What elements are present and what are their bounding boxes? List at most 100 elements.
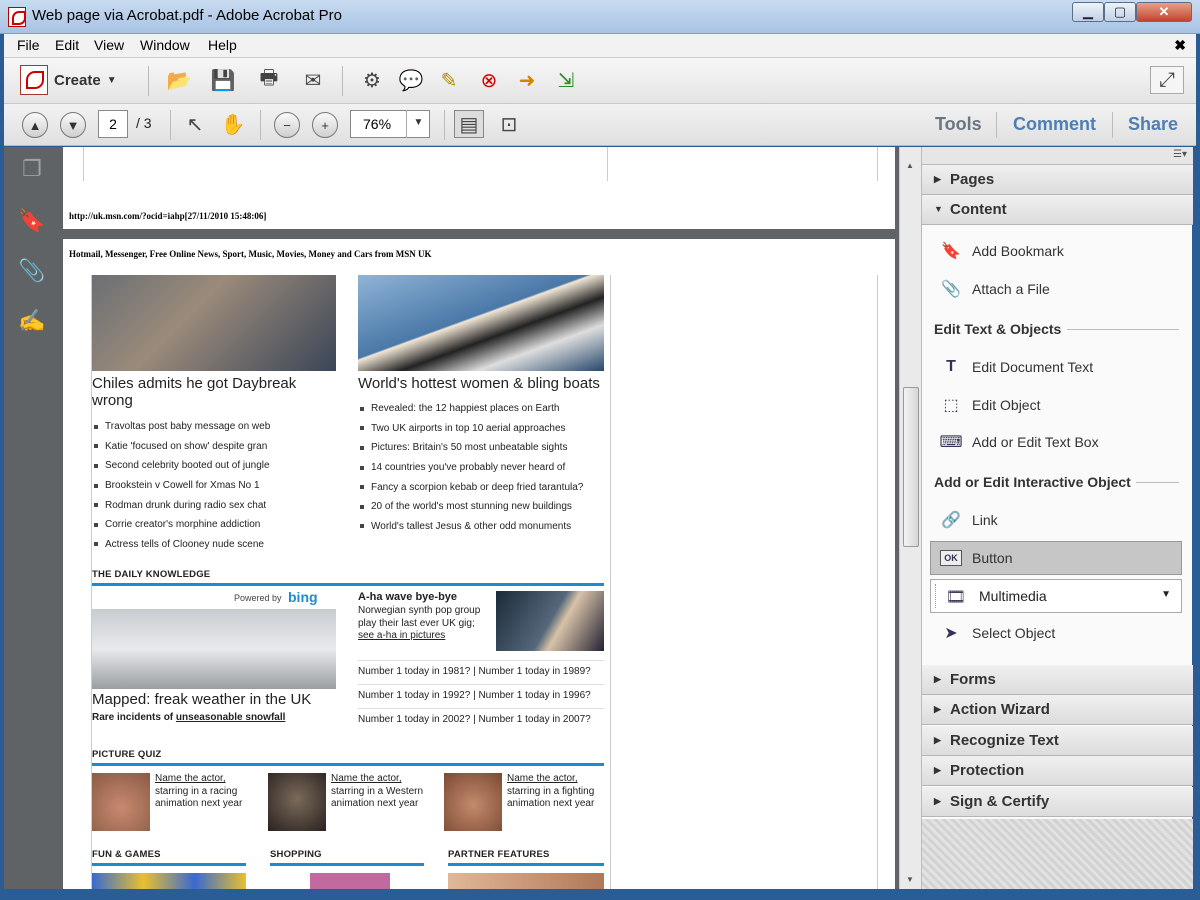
button-item[interactable]: OK Button <box>940 541 1180 575</box>
list-item[interactable]: Revealed: the 12 happiest places on Eart… <box>358 399 604 419</box>
page-thumbnails-icon[interactable]: ❐ <box>19 155 45 183</box>
panel-options-icon[interactable]: ☰▾ <box>1173 149 1187 160</box>
list-item[interactable]: Rodman drunk during radio sex chat <box>92 495 332 515</box>
tab-tools[interactable]: Tools <box>935 114 982 135</box>
page-number-input[interactable]: 2 <box>98 110 128 138</box>
scroll-up-icon[interactable]: ▲ <box>906 161 914 170</box>
powered-by-label: Powered by <box>234 593 282 603</box>
section-action-wizard[interactable]: ▶ Action Wizard <box>922 695 1193 725</box>
scroll-down-icon[interactable]: ▼ <box>906 875 914 884</box>
list-item[interactable]: Two UK airports in top 10 aerial approac… <box>358 419 604 439</box>
fit-page-icon[interactable]: ⊡ <box>494 110 524 138</box>
open-folder-icon[interactable]: 📂 <box>164 66 194 94</box>
section-content[interactable]: ▼ Content <box>922 195 1193 225</box>
create-button[interactable]: Create ▼ <box>20 64 117 96</box>
separator <box>1112 112 1113 138</box>
aha-title[interactable]: A-ha wave bye-bye <box>358 591 457 603</box>
section-sign-certify[interactable]: ▶ Sign & Certify <box>922 787 1193 817</box>
multimedia-dropdown[interactable]: 🎞 Multimedia ▼ <box>930 579 1182 613</box>
scrollbar-thumb[interactable] <box>903 387 919 547</box>
list-item[interactable]: 14 countries you've probably never heard… <box>358 458 604 478</box>
attachment-icon[interactable]: 📎 <box>18 257 45 285</box>
quiz-link[interactable]: Name the actor, <box>331 773 402 784</box>
menu-window[interactable]: Window <box>140 37 190 53</box>
edit-object-item[interactable]: ⬚ Edit Object <box>940 388 1180 422</box>
menu-edit[interactable]: Edit <box>55 37 79 53</box>
list-item[interactable]: Second celebrity booted out of jungle <box>92 456 332 476</box>
edit-document-text-item[interactable]: T Edit Document Text <box>940 350 1180 384</box>
document-scrollbar[interactable]: ▲ ▼ <box>899 147 921 889</box>
quiz-link[interactable]: Name the actor, <box>507 773 578 784</box>
attach-file-item[interactable]: 📎 Attach a File <box>940 272 1180 306</box>
signature-icon[interactable]: ✍ <box>18 307 45 335</box>
list-item[interactable]: Pictures: Britain's 50 most unbeatable s… <box>358 438 604 458</box>
scrolling-mode-icon[interactable]: ▤ <box>454 110 484 138</box>
snowfall-link[interactable]: unseasonable snowfall <box>176 712 285 723</box>
maximize-button[interactable]: ▢ <box>1104 2 1136 22</box>
bookmark-icon[interactable]: 🔖 <box>18 207 45 235</box>
number1-row[interactable]: Number 1 today in 1981? | Number 1 today… <box>358 666 591 679</box>
mapped-headline[interactable]: Mapped: freak weather in the UK <box>92 691 311 708</box>
edit-object-label: Edit Object <box>972 397 1041 413</box>
quiz-text: starring in a racing animation next year <box>155 785 243 810</box>
close-window-button[interactable]: ✕ <box>1136 2 1192 22</box>
full-screen-icon[interactable]: ⤢ <box>1150 66 1184 94</box>
email-icon[interactable]: ✉ <box>298 66 328 94</box>
number1-row[interactable]: Number 1 today in 1992? | Number 1 today… <box>358 690 591 703</box>
list-item[interactable]: Corrie creator's morphine addiction <box>92 515 332 535</box>
quiz-link[interactable]: Name the actor, <box>155 773 226 784</box>
gear-icon[interactable]: ⚙ <box>357 66 387 94</box>
section-recognize-text[interactable]: ▶ Recognize Text <box>922 726 1193 756</box>
panel-empty-area <box>922 819 1193 889</box>
title-bar[interactable]: Web page via Acrobat.pdf - Adobe Acrobat… <box>0 0 1200 34</box>
tab-comment[interactable]: Comment <box>1013 114 1096 135</box>
print-icon[interactable]: 🖶 <box>254 66 284 94</box>
section-pages[interactable]: ▶ Pages <box>922 165 1193 195</box>
section-sign-certify-label: Sign & Certify <box>950 793 1050 810</box>
list-item[interactable]: Actress tells of Clooney nude scene <box>92 535 332 555</box>
list-item[interactable]: Brookstein v Cowell for Xmas No 1 <box>92 476 332 496</box>
insert-pages-icon[interactable]: ⇲ <box>551 66 581 94</box>
save-icon[interactable]: 💾 <box>208 66 238 94</box>
comment-icon[interactable]: 💬 <box>396 66 426 94</box>
select-cursor-icon[interactable]: ↖ <box>180 110 210 138</box>
add-bookmark-item[interactable]: 🔖 Add Bookmark <box>940 234 1180 268</box>
select-object-item[interactable]: ➤ Select Object <box>940 616 1180 650</box>
link-item[interactable]: 🔗 Link <box>940 503 1180 537</box>
zoom-in-icon[interactable]: + <box>312 112 338 138</box>
zoom-out-icon[interactable]: − <box>274 112 300 138</box>
delete-page-icon[interactable]: ⊗ <box>474 66 504 94</box>
menu-view[interactable]: View <box>94 37 124 53</box>
tab-share[interactable]: Share <box>1128 114 1178 135</box>
chevron-down-icon[interactable]: ▼ <box>406 110 430 138</box>
story2-list: Revealed: the 12 happiest places on Eart… <box>358 399 604 536</box>
add-text-box-item[interactable]: ⌨ Add or Edit Text Box <box>939 425 1180 459</box>
number1-row[interactable]: Number 1 today in 2002? | Number 1 today… <box>358 714 591 727</box>
actor-photo-2 <box>268 773 326 831</box>
attach-file-label: Attach a File <box>972 281 1050 297</box>
list-item[interactable]: Katie 'focused on show' despite gran <box>92 437 332 457</box>
aha-text: Norwegian synth pop group play their las… <box>358 605 481 629</box>
hand-icon[interactable]: ✋ <box>218 110 248 138</box>
aha-pictures-link[interactable]: see a-ha in pictures <box>358 630 445 643</box>
separator <box>342 66 343 96</box>
list-item[interactable]: World's tallest Jesus & other odd monume… <box>358 517 604 537</box>
previous-page-icon[interactable]: ▲ <box>22 112 48 138</box>
story1-headline[interactable]: Chiles admits he got Daybreak wrong <box>92 375 322 409</box>
section-protection[interactable]: ▶ Protection <box>922 756 1193 786</box>
story2-headline[interactable]: World's hottest women & bling boats <box>358 375 604 392</box>
close-document-button[interactable]: ✖ <box>1174 37 1186 54</box>
document-view[interactable]: http://uk.msn.com/?ocid=iahp[27/11/2010 … <box>59 147 899 889</box>
section-forms[interactable]: ▶ Forms <box>922 665 1193 695</box>
window-title: Web page via Acrobat.pdf - Adobe Acrobat… <box>32 7 342 24</box>
list-item[interactable]: Travoltas post baby message on web <box>92 417 332 437</box>
chiles-photo <box>92 275 336 371</box>
next-page-icon[interactable]: ▼ <box>60 112 86 138</box>
menu-file[interactable]: File <box>17 37 40 53</box>
menu-help[interactable]: Help <box>208 37 237 53</box>
highlight-icon[interactable]: ✎ <box>434 66 464 94</box>
list-item[interactable]: Fancy a scorpion kebab or deep fried tar… <box>358 477 604 497</box>
export-icon[interactable]: ➜ <box>512 66 542 94</box>
minimize-button[interactable]: ▁ <box>1072 2 1104 22</box>
list-item[interactable]: 20 of the world's most stunning new buil… <box>358 497 604 517</box>
